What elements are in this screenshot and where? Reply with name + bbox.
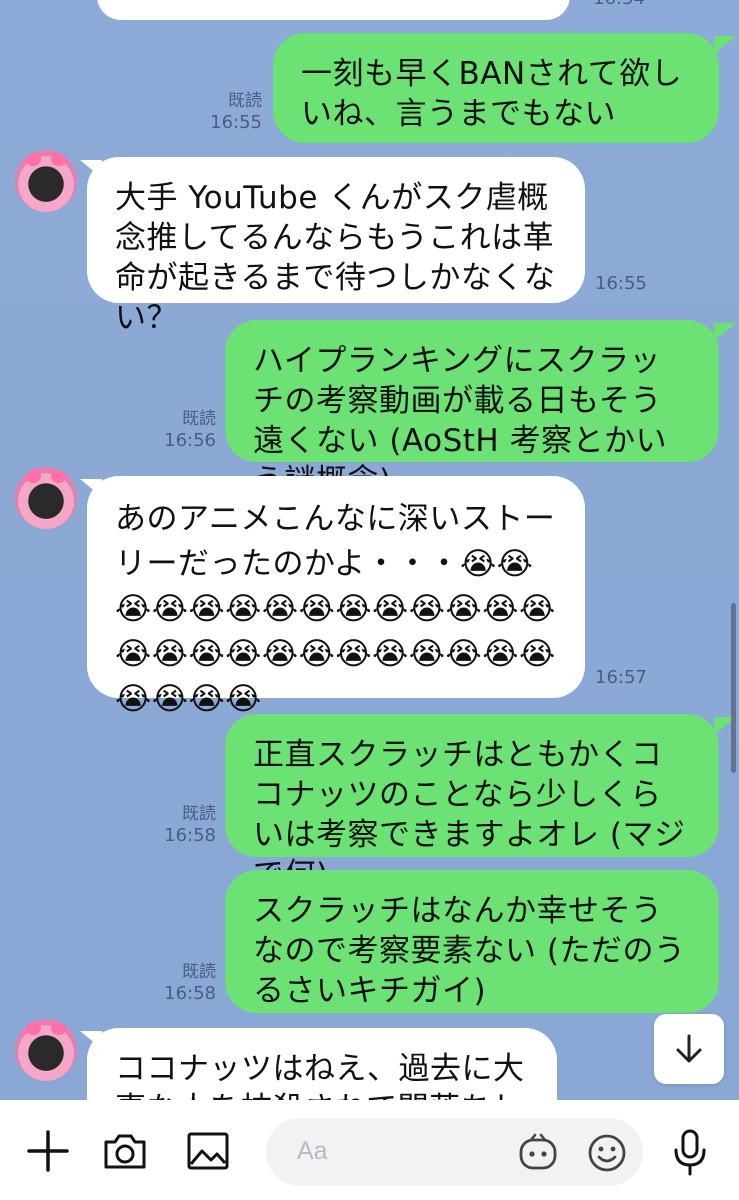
avatar[interactable] bbox=[15, 150, 77, 212]
bubble-tail bbox=[714, 36, 736, 54]
message-time: 16:56 bbox=[164, 430, 216, 451]
bubble-tail bbox=[80, 1031, 102, 1049]
message-bubble-received[interactable]: ココナッツはねえ、過去に大事な人を抹殺されて闇落ちしてるか bbox=[87, 1028, 557, 1100]
message-input[interactable]: Aa bbox=[266, 1118, 643, 1186]
message-input-placeholder: Aa bbox=[297, 1137, 328, 1165]
message-bubble-received[interactable]: あのアニメこんなに深いストーリーだったのかよ・・・😭😭😭😭😭😭😭😭😭😭😭😭😭😭😭… bbox=[87, 476, 585, 717]
sticker-icon[interactable] bbox=[517, 1132, 559, 1174]
message-time: 16:58 bbox=[164, 825, 216, 846]
message-time: 16:57 bbox=[595, 667, 647, 688]
message-meta: 既読 16:58 bbox=[150, 803, 216, 847]
message-bubble-received[interactable]: 大手 YouTube くんがスク虐概念推してるんならもうこれは革命が起きるまで待… bbox=[87, 157, 585, 336]
bubble-tail bbox=[80, 479, 102, 497]
message-time: 16:58 bbox=[164, 983, 216, 1004]
arrow-down-icon bbox=[676, 1034, 702, 1063]
message-meta: 既読 16:55 bbox=[196, 90, 262, 134]
message-time: 16:55 bbox=[210, 112, 262, 133]
message-bubble-sent[interactable]: ハイプランキングにスクラッチの考察動画が載る日もそう遠くない (AoStH 考察… bbox=[225, 320, 719, 499]
message-bubble-sent[interactable]: 正直スクラッチはともかくココナッツのことなら少しくらいは考察できますよオレ (マ… bbox=[225, 714, 719, 893]
microphone-icon[interactable] bbox=[668, 1128, 712, 1178]
chat-area[interactable]: 16:54 一刻も早くBANされて欲しいね、言うまでもない 既読 16:55 大… bbox=[0, 0, 739, 1100]
message-bubble-sent[interactable]: スクラッチはなんか幸せそうなので考察要素ない (ただのうるさいキチガイ) bbox=[225, 870, 719, 1013]
avatar[interactable] bbox=[15, 1019, 77, 1081]
bubble-tail bbox=[80, 160, 102, 178]
partial-message-bubble bbox=[97, 0, 570, 20]
avatar[interactable] bbox=[15, 467, 77, 529]
message-time: 16:54 bbox=[585, 0, 645, 10]
scrollbar[interactable] bbox=[731, 603, 736, 773]
scroll-to-bottom-button[interactable] bbox=[654, 1014, 724, 1084]
camera-icon[interactable] bbox=[100, 1126, 150, 1176]
read-receipt: 既読 bbox=[182, 962, 216, 982]
message-meta: 既読 16:58 bbox=[150, 961, 216, 1005]
read-receipt: 既読 bbox=[228, 91, 262, 111]
emoji-icon[interactable] bbox=[586, 1132, 628, 1174]
read-receipt: 既読 bbox=[182, 409, 216, 429]
message-meta: 既読 16:56 bbox=[150, 408, 216, 452]
plus-icon[interactable] bbox=[23, 1126, 73, 1176]
bubble-tail bbox=[714, 323, 736, 341]
read-receipt: 既読 bbox=[182, 804, 216, 824]
image-icon[interactable] bbox=[183, 1126, 233, 1176]
message-time: 16:55 bbox=[595, 273, 647, 294]
message-bubble-sent[interactable]: 一刻も早くBANされて欲しいね、言うまでもない bbox=[273, 33, 719, 143]
